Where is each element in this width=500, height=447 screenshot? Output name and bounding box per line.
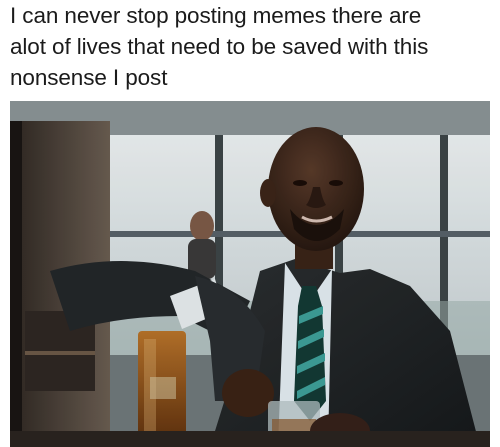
caption-line-2: alot of lives that need to be saved with… [10,34,429,59]
meme-caption: I can never stop posting memes there are… [10,0,494,93]
caption-line-1: I can never stop posting memes there are [10,3,422,28]
meme-photo [10,101,490,447]
caption-line-3: nonsense I post [10,65,168,90]
